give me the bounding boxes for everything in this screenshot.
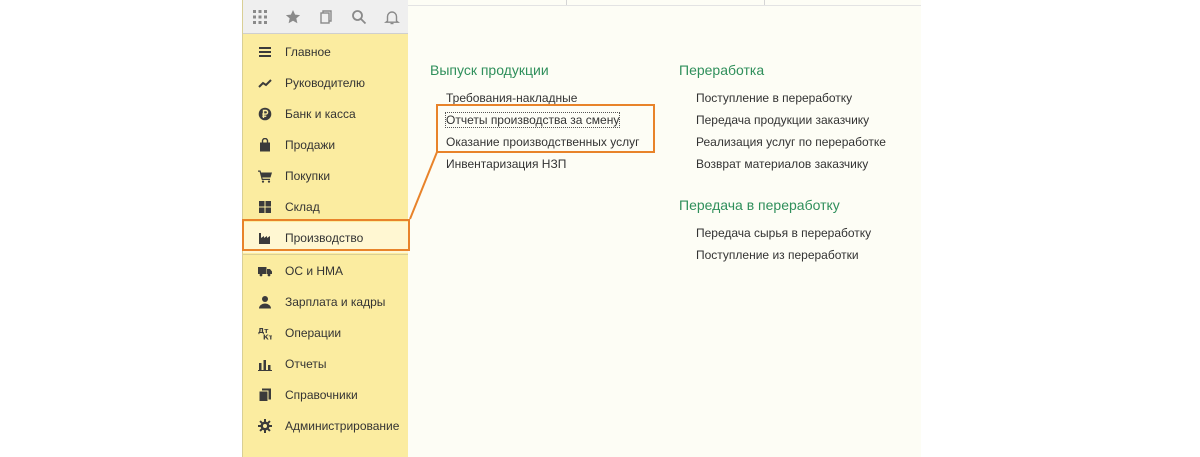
section-label: Банк и касса [285,106,356,121]
link-okazanie-uslug[interactable]: Оказание производственных услуг [446,131,639,153]
link-label: Передача сырья в переработку [696,226,872,240]
link-label: Инвентаризация НЗП [446,157,567,171]
section-label: ОС и НМА [285,263,344,278]
link-realizatsiya-uslug[interactable]: Реализация услуг по переработке [696,131,886,153]
section-otchety[interactable]: Отчеты [243,348,408,379]
group-title: Выпуск продукции [430,62,549,78]
bell-icon[interactable] [375,0,408,33]
person-icon [258,295,272,309]
section-zarplata[interactable]: Зарплата и кадры [243,286,408,317]
section-label: Операции [285,325,342,340]
bar-chart-icon [258,357,272,371]
group-title: Передача в переработку [679,197,840,213]
link-label: Поступление в переработку [696,91,853,105]
menu-lines-icon [258,45,272,59]
shopping-bag-icon [258,137,272,152]
link-label: Реализация услуг по переработке [696,135,886,149]
link-label: Поступление из переработки [696,248,859,262]
section-label: Отчеты [285,356,327,371]
link-peredacha-produktsii[interactable]: Передача продукции заказчику [696,109,886,131]
group-title: Переработка [679,62,765,78]
gear-icon [258,418,272,433]
factory-icon [258,231,272,245]
svg-text:Кт: Кт [263,333,272,340]
section-proizvodstvo[interactable]: Производство [243,222,408,253]
link-label: Передача продукции заказчику [696,113,870,127]
section-spravochniki[interactable]: Справочники [243,379,408,410]
section-sklad[interactable]: Склад [243,191,408,222]
link-otchety-proizvodstva[interactable]: Отчеты производства за смену [444,109,639,131]
section-label: Администрирование [285,418,400,433]
section-label: Руководителю [285,75,366,90]
operations-icon: Дт Кт [258,326,272,340]
section-label: Зарплата и кадры [285,294,386,309]
link-label: Оказание производственных услуг [446,135,640,149]
sections-panel: Главное Руководителю Банк и касса Продаж… [242,0,409,457]
section-pokupki[interactable]: Покупки [243,160,408,191]
section-bank[interactable]: Банк и касса [243,98,408,129]
section-label: Склад [285,199,320,214]
section-label: Производство [285,230,364,245]
link-label: Требования-накладные [446,91,578,105]
section-content: Выпуск продукции Требования-накладные От… [408,0,921,457]
section-prodazhi[interactable]: Продажи [243,129,408,160]
toolbar [243,0,408,34]
app-window: Главное Руководителю Банк и касса Продаж… [242,0,921,457]
link-label: Отчеты производства за смену [444,112,621,128]
link-vozvrat-materialov[interactable]: Возврат материалов заказчику [696,153,886,175]
group-vypusk-produktsii: Выпуск продукции Требования-накладные От… [430,60,639,175]
section-os-nma[interactable]: ОС и НМА [243,255,408,286]
tab-divider [566,0,567,5]
apps-grid-icon[interactable] [243,0,276,33]
link-postuplenie-v-pererabotku[interactable]: Поступление в переработку [696,87,886,109]
group-pererabotka: Переработка Поступление в переработку Пе… [679,60,886,175]
history-icon[interactable] [309,0,342,33]
trend-chart-icon [258,76,272,90]
section-operatsii[interactable]: Дт Кт Операции [243,317,408,348]
star-icon[interactable] [276,0,309,33]
truck-icon [258,264,272,278]
section-glavnoe[interactable]: Главное [243,36,408,67]
ruble-coin-icon [258,107,272,121]
section-label: Справочники [285,387,358,402]
warehouse-grid-icon [258,200,272,214]
section-label: Продажи [285,137,336,152]
tab-strip [408,0,921,6]
book-icon [258,388,272,402]
tab-divider [764,0,765,5]
link-inventarizatsiya-nzp[interactable]: Инвентаризация НЗП [446,153,639,175]
group-peredacha-v-pererabotku: Передача в переработку Передача сырья в … [679,195,871,266]
link-postuplenie-iz-pererabotki[interactable]: Поступление из переработки [696,244,871,266]
link-trebovaniya-nakladnye[interactable]: Требования-накладные [446,87,639,109]
cart-icon [258,169,272,183]
link-peredacha-syrya[interactable]: Передача сырья в переработку [696,222,871,244]
link-label: Возврат материалов заказчику [696,157,869,171]
section-rukovoditelyu[interactable]: Руководителю [243,67,408,98]
section-label: Главное [285,44,331,59]
section-label: Покупки [285,168,331,183]
section-administrirovanie[interactable]: Администрирование [243,410,408,441]
search-icon[interactable] [342,0,375,33]
